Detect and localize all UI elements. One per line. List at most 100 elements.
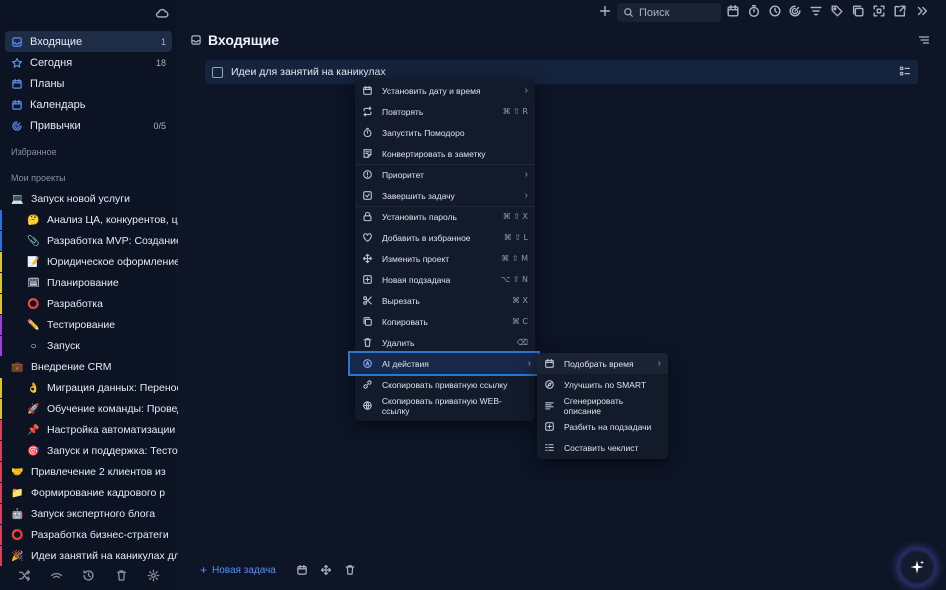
- submenu-item-3[interactable]: Разбить на подзадачи: [537, 416, 668, 437]
- tag-icon[interactable]: [830, 4, 844, 18]
- project-emoji-icon: ⭕: [27, 298, 40, 310]
- project-item[interactable]: 📝 Юридическое оформление: [0, 252, 178, 272]
- project-label: Тестирование: [47, 319, 116, 331]
- copy-icon[interactable]: [851, 4, 865, 18]
- settings-icon[interactable]: [147, 569, 160, 582]
- copy-icon: [363, 317, 372, 326]
- project-item[interactable]: 📎 Разработка MVP: Создание: [0, 231, 178, 251]
- submenu-item-1[interactable]: Улучшить по SMART: [537, 374, 668, 395]
- project-item[interactable]: 💻 Запуск новой услуги: [0, 189, 178, 209]
- double-chevron-right-icon[interactable]: [915, 4, 929, 18]
- calendar-icon: [363, 85, 372, 95]
- menu-item-11[interactable]: Копировать ⌘ C: [355, 311, 535, 332]
- note-icon: [363, 149, 372, 158]
- sidebar-item-label: Календарь: [30, 98, 86, 111]
- menu-item-12[interactable]: Удалить ⌫: [355, 332, 535, 353]
- menu-item-8[interactable]: Изменить проект ⌘ ⇧ M: [355, 248, 535, 269]
- move-icon: [362, 253, 373, 264]
- sidebar-item-3[interactable]: Календарь: [5, 94, 172, 115]
- project-color-bar: [0, 525, 2, 545]
- calendar-icon[interactable]: [296, 564, 308, 576]
- menu-item-9[interactable]: Новая подзадача ⌥ ⇧ N: [355, 269, 535, 290]
- project-emoji-icon: 🎯: [27, 445, 40, 457]
- heart-icon: [363, 233, 372, 242]
- project-emoji-icon: 📁: [11, 487, 24, 499]
- menu-item-3[interactable]: Конвертировать в заметку: [355, 143, 535, 164]
- submenu-item-label: Составить чеклист: [564, 442, 639, 453]
- sidebar-item-1[interactable]: Сегодня 18: [5, 52, 172, 73]
- project-item[interactable]: ⭕ Разработка: [0, 294, 178, 314]
- project-color-bar: [0, 462, 2, 482]
- add-icon[interactable]: [598, 4, 612, 18]
- project-item[interactable]: ⭕ Разработка бизнес-стратеги: [0, 525, 178, 545]
- menu-item-1[interactable]: Повторять ⌘ ⇧ R: [355, 101, 535, 122]
- project-item[interactable]: 📁 Формирование кадрового р: [0, 483, 178, 503]
- calendar-icon: [545, 358, 554, 368]
- inbox-icon: [190, 34, 202, 46]
- project-item[interactable]: 📌 Настройка автоматизации: [0, 420, 178, 440]
- menu-item-7[interactable]: Добавить в избранное ⌘ ⇧ L: [355, 227, 535, 248]
- search-input[interactable]: Поиск: [617, 3, 721, 22]
- habit-icon[interactable]: [788, 4, 802, 18]
- menu-item-6[interactable]: Установить пароль ⌘ ⇧ X: [355, 206, 535, 227]
- move-icon[interactable]: [320, 564, 332, 576]
- project-item[interactable]: 🤖 Запуск экспертного блога: [0, 504, 178, 524]
- menu-item-10[interactable]: Вырезать ⌘ X: [355, 290, 535, 311]
- timer-icon[interactable]: [747, 4, 761, 18]
- project-color-bar: [0, 273, 2, 293]
- menu-item-13[interactable]: AI действия ›: [348, 351, 540, 376]
- project-item[interactable]: 🤔 Анализ ЦА, конкурентов, цен: [0, 210, 178, 230]
- project-label: Запуск и поддержка: Тестов: [47, 445, 178, 457]
- wifi-icon[interactable]: [50, 569, 63, 582]
- project-item[interactable]: ✏️ Тестирование: [0, 315, 178, 335]
- project-item[interactable]: 🤝 Привлечение 2 клиентов из: [0, 462, 178, 482]
- project-item[interactable]: ○ Запуск: [0, 336, 178, 356]
- filter-icon[interactable]: [809, 4, 823, 18]
- sidebar-item-0[interactable]: Входящие 1: [5, 31, 172, 52]
- new-task-button[interactable]: + Новая задача: [192, 563, 284, 577]
- menu-item-4[interactable]: Приоритет ›: [355, 164, 535, 185]
- ai-assistant-button[interactable]: [898, 548, 936, 586]
- project-color-bar: [0, 336, 2, 356]
- new-task-label: Новая задача: [212, 564, 276, 576]
- project-emoji-icon: ⭕: [11, 529, 24, 541]
- submenu-item-0[interactable]: Подобрать время ›: [537, 353, 668, 374]
- shortcut-label: ⌘ ⇧ L: [503, 233, 528, 242]
- menu-item-5[interactable]: Завершить задачу ›: [355, 185, 535, 206]
- cloud-sync-icon[interactable]: [155, 6, 169, 20]
- calendar-icon[interactable]: [726, 4, 740, 18]
- project-item[interactable]: 💼 Внедрение CRM: [0, 357, 178, 377]
- menu-item-0[interactable]: Установить дату и время ›: [355, 80, 535, 101]
- sidebar-item-2[interactable]: Планы: [5, 73, 172, 94]
- priority-icon: [363, 170, 372, 179]
- trash-icon[interactable]: [344, 564, 356, 576]
- submenu-item-4[interactable]: Составить чеклист: [537, 437, 668, 458]
- menu-item-2[interactable]: Запустить Помодоро: [355, 122, 535, 143]
- project-item[interactable]: 🎯 Запуск и поддержка: Тестов: [0, 441, 178, 461]
- clock-icon[interactable]: [768, 4, 782, 18]
- focus-icon[interactable]: [872, 4, 886, 18]
- shuffle-icon[interactable]: [18, 569, 31, 582]
- project-item[interactable]: 🚀 Обучение команды: Провед: [0, 399, 178, 419]
- project-label: Миграция данных: Перенос: [47, 382, 178, 394]
- subtasks-icon[interactable]: [899, 65, 911, 77]
- project-item[interactable]: 🗓 Планирование: [0, 273, 178, 293]
- task-row[interactable]: Идеи для занятий на каникулах: [205, 60, 918, 84]
- sidebar-item-4[interactable]: Привычки 0/5: [5, 115, 172, 136]
- submenu-item-2[interactable]: Сгенерировать описание: [537, 395, 668, 416]
- scissors-icon: [363, 296, 372, 305]
- plus-square-icon: [363, 275, 372, 284]
- project-color-bar: [0, 294, 2, 314]
- link-icon: [363, 380, 372, 389]
- menu-item-14[interactable]: Скопировать приватную ссылку: [355, 374, 535, 395]
- sort-icon[interactable]: [918, 34, 930, 46]
- trash-icon[interactable]: [115, 569, 128, 582]
- project-label: Формирование кадрового р: [31, 487, 166, 499]
- project-item[interactable]: 👌 Миграция данных: Перенос: [0, 378, 178, 398]
- menu-item-15[interactable]: Скопировать приватную WEB-ссылку: [355, 395, 535, 416]
- history-icon[interactable]: [82, 569, 95, 582]
- export-icon[interactable]: [893, 4, 907, 18]
- project-label: Разработка: [47, 298, 103, 310]
- task-checkbox[interactable]: [212, 66, 223, 78]
- habit-icon: [12, 120, 22, 131]
